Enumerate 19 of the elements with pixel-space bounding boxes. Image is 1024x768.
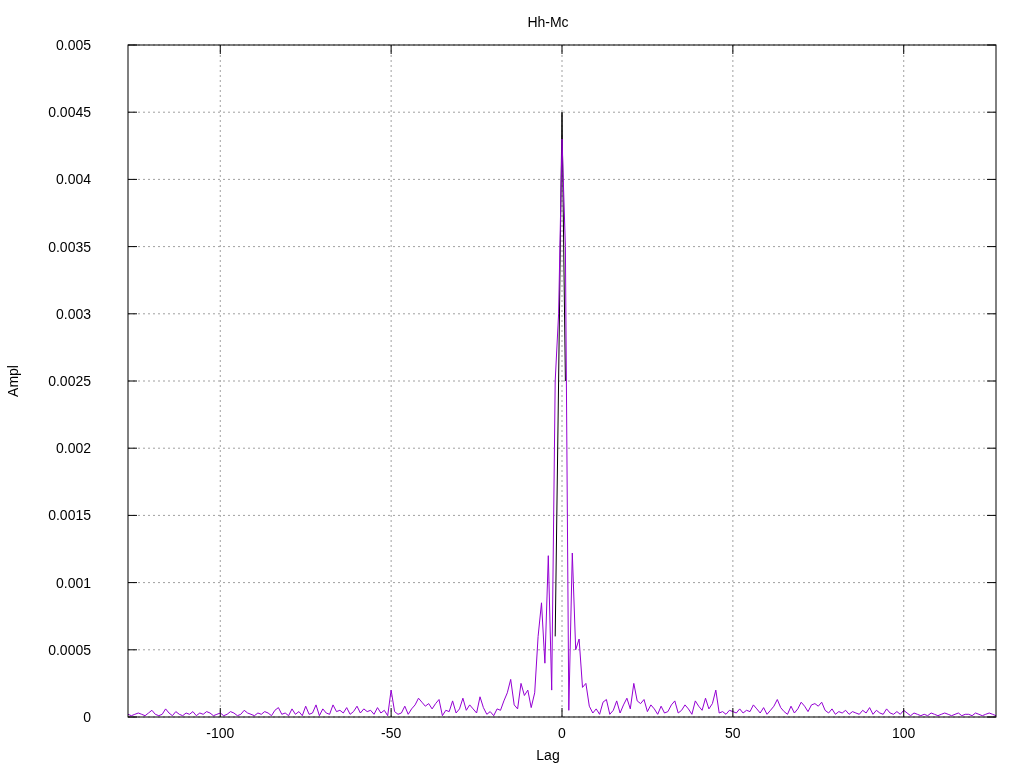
tick-label: -100 (206, 725, 235, 741)
tick-label: 0.004 (55, 171, 91, 188)
tick-label: -50 (381, 725, 402, 741)
axis-label: Ampl (5, 365, 21, 397)
tick-label: 0.0005 (48, 641, 91, 658)
tick-label: 0.0045 (48, 104, 91, 121)
tick-label: 0 (83, 709, 91, 725)
tick-label: 100 (892, 725, 916, 741)
tick-label: 0.0025 (48, 373, 91, 389)
tick-label: 0.002 (55, 440, 91, 457)
tick-label: 0.0015 (48, 507, 91, 524)
tick-label: 0.005 (55, 37, 91, 53)
tick-label: 0 (558, 725, 566, 741)
chart-title: Hh-Mc (527, 14, 569, 30)
tick-label: 0.003 (55, 305, 91, 322)
tick-label: 50 (725, 725, 741, 741)
axis-label: Lag (536, 747, 560, 763)
tick-label: 0.001 (55, 574, 91, 591)
tick-label: 0.0035 (48, 238, 91, 255)
